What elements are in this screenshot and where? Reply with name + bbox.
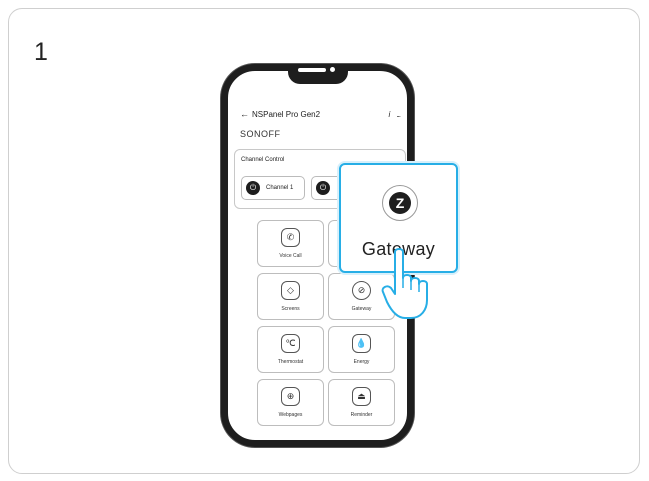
- tile-label: Thermostat: [277, 359, 304, 365]
- page-title: NSPanel Pro Gen2: [252, 109, 321, 119]
- tile-energy[interactable]: 💧 Energy: [328, 326, 395, 373]
- tile-thermostat[interactable]: ℃ Thermostat: [257, 326, 324, 373]
- tile-label: Voice Call: [279, 253, 302, 259]
- zigbee-icon: Z: [382, 185, 418, 221]
- power-icon: ⏻: [246, 181, 260, 195]
- tile-label: Webpages: [278, 412, 303, 418]
- tile-label: Reminder: [350, 412, 373, 418]
- brand-logo: SONOFF: [240, 129, 281, 139]
- tile-screens[interactable]: ◇ Screens: [257, 273, 324, 320]
- tile-webpages[interactable]: ⊕ Webpages: [257, 379, 324, 426]
- tile-label: Screens: [281, 306, 300, 312]
- tile-voice-call[interactable]: ✆ Voice Call: [257, 220, 324, 267]
- channel-control-title: Channel Control: [241, 157, 285, 163]
- webpages-icon: ⊕: [281, 387, 300, 406]
- thermostat-icon: ℃: [281, 334, 300, 353]
- back-arrow-icon[interactable]: ←: [240, 109, 249, 119]
- layers-icon: ◇: [281, 281, 300, 300]
- power-icon: ⏻: [316, 181, 330, 195]
- step-number: 1: [34, 38, 48, 66]
- reminder-icon: ⏏: [352, 387, 371, 406]
- channel-label: Channel 1: [266, 185, 294, 191]
- energy-icon: 💧: [352, 334, 371, 353]
- channel-1-button[interactable]: ⏻ Channel 1: [241, 176, 305, 200]
- more-icon[interactable]: ...: [396, 110, 401, 119]
- pointing-hand-icon: [381, 248, 428, 319]
- tile-label: Energy: [353, 359, 370, 365]
- zigbee-icon: ⊘: [352, 281, 371, 300]
- app-topbar: ← NSPanel Pro Gen2 i ...: [240, 107, 401, 121]
- tile-label: Gateway: [351, 306, 372, 312]
- tile-reminder[interactable]: ⏏ Reminder: [328, 379, 395, 426]
- phone-icon: ✆: [281, 228, 300, 247]
- info-icon[interactable]: i: [389, 110, 391, 119]
